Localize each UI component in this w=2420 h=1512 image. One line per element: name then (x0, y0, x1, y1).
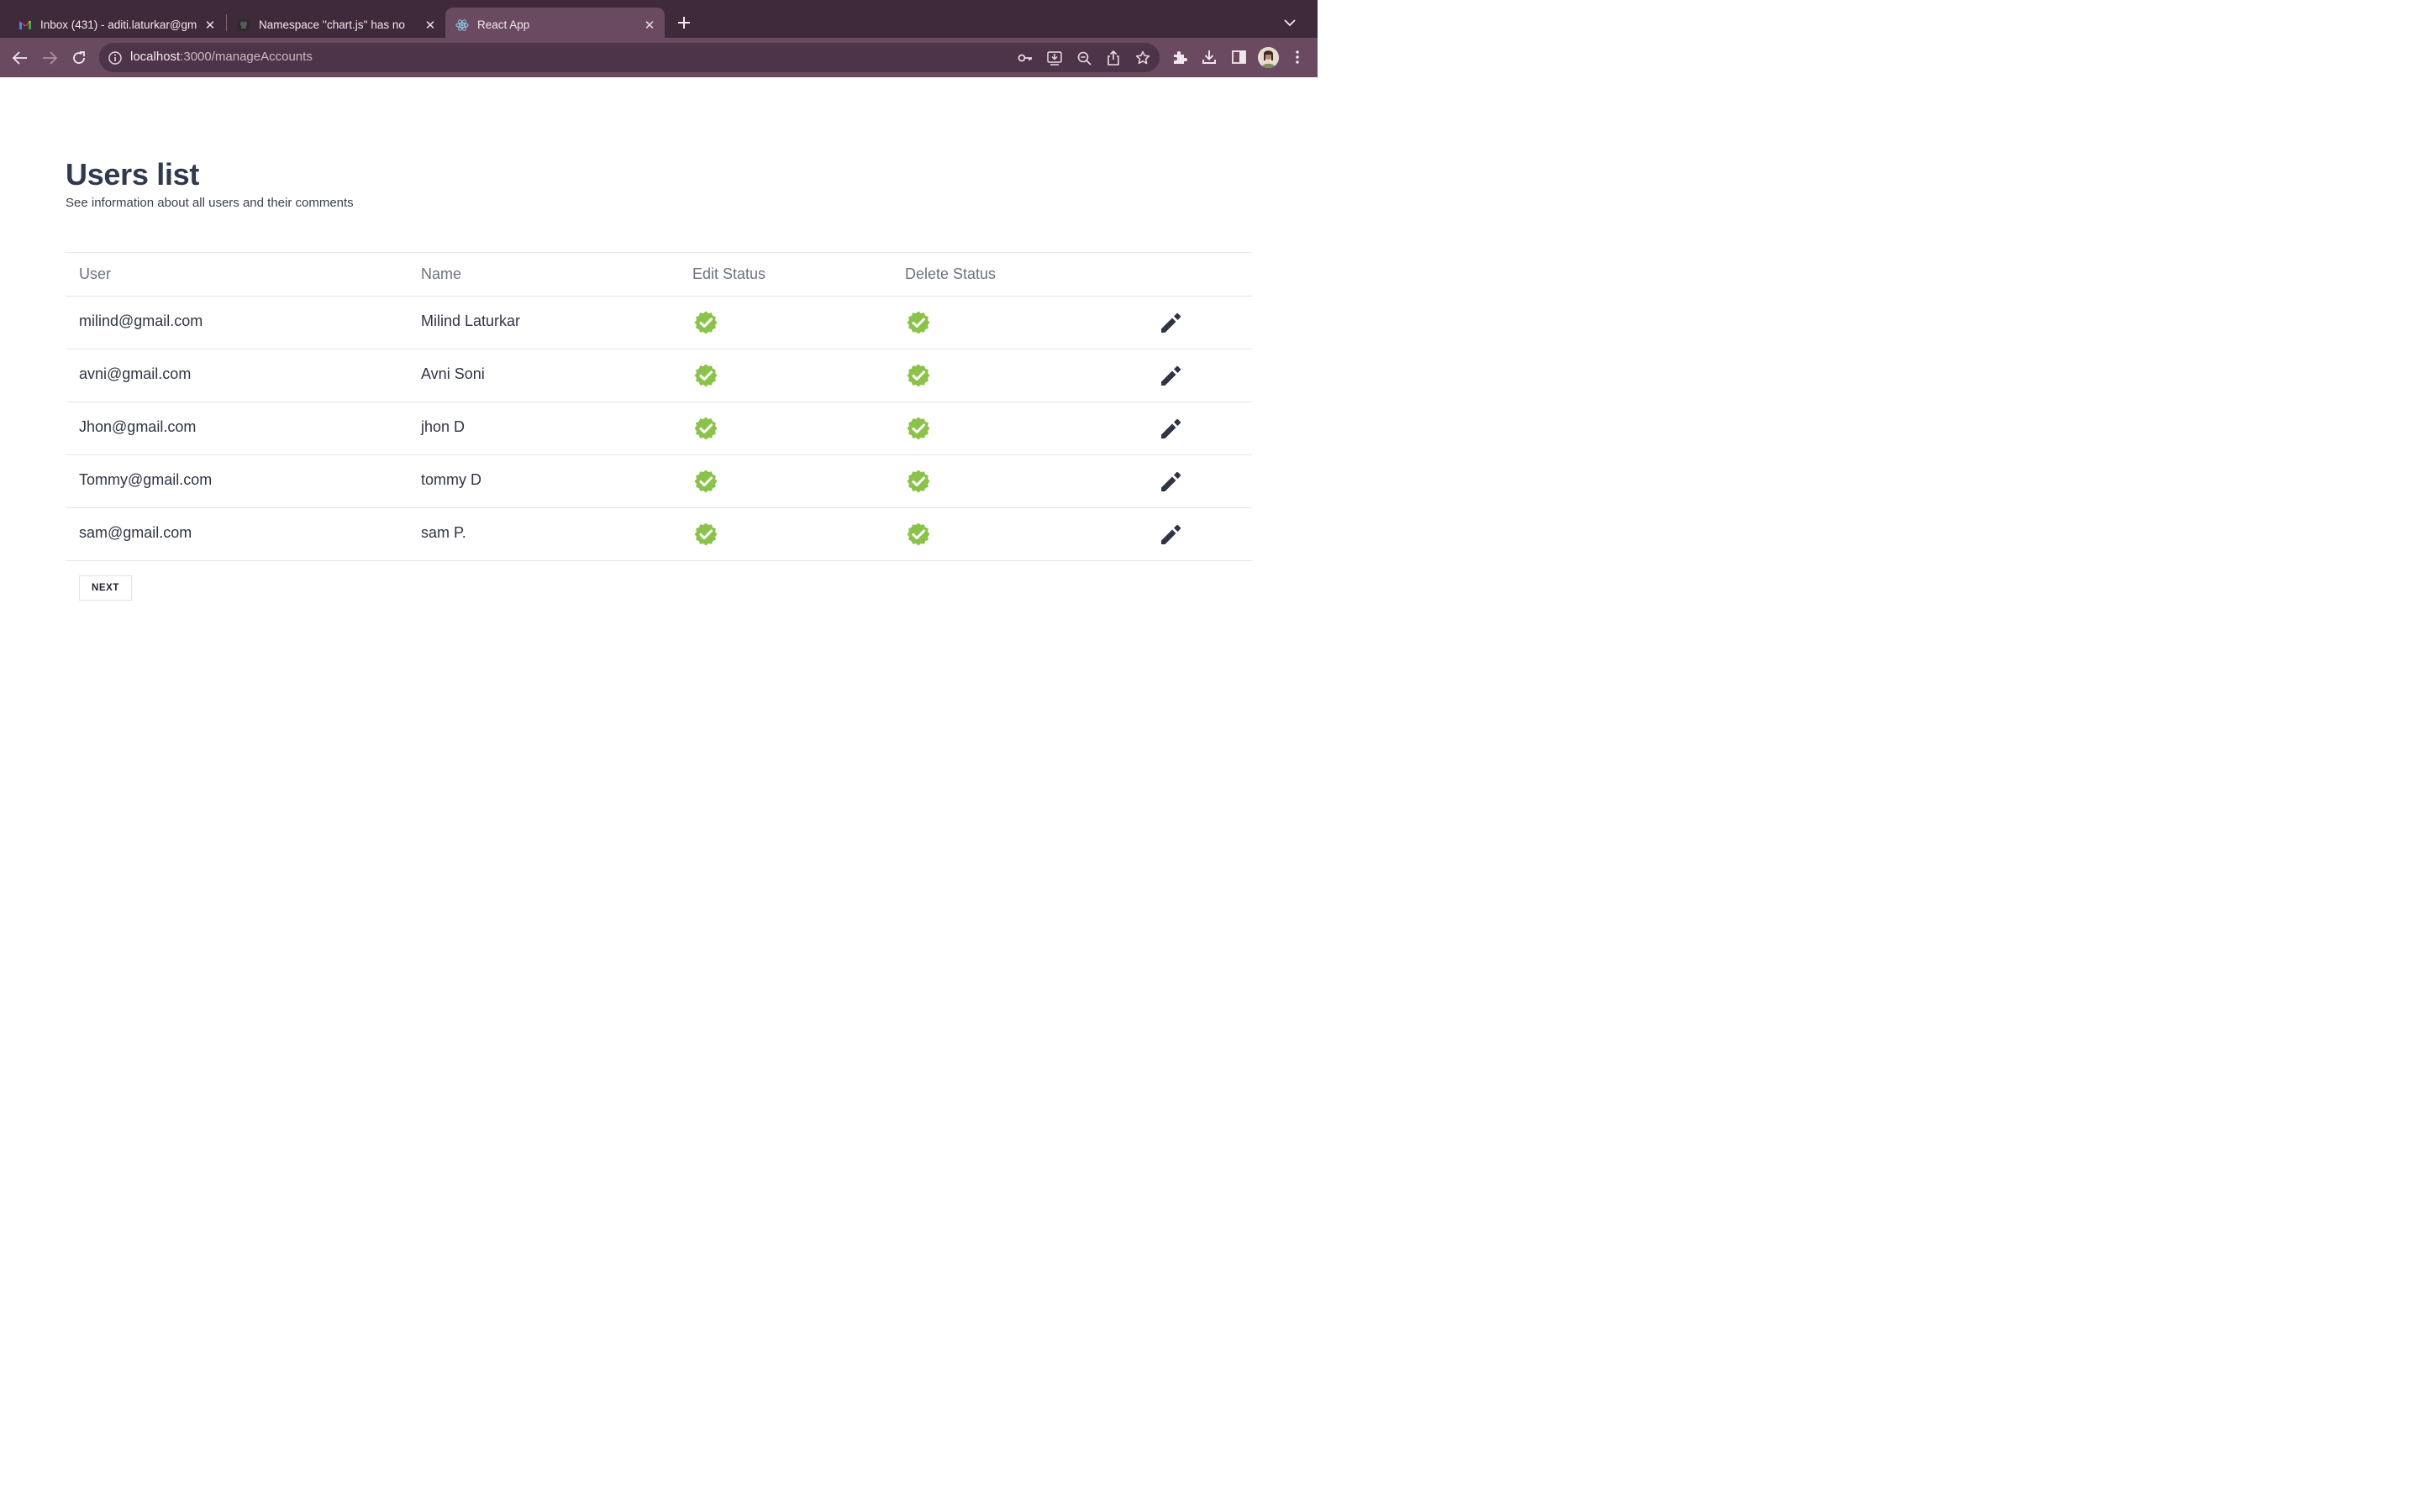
react-icon (455, 18, 469, 32)
table-row: sam@gmail.com sam P. (66, 508, 1252, 561)
table-header: User Name Edit Status Delete Status (66, 252, 1252, 297)
edit-status-verified-icon (693, 310, 718, 335)
profile-avatar[interactable] (1258, 47, 1279, 68)
edit-pencil-icon[interactable] (1158, 416, 1183, 441)
tab-title: React App (477, 18, 530, 31)
column-header-delete-status: Delete Status (905, 265, 997, 282)
edit-pencil-icon[interactable] (1158, 363, 1183, 388)
table-row: avni@gmail.com Avni Soni (66, 349, 1252, 402)
page-subtitle: See information about all users and thei… (66, 196, 354, 210)
side-panel-icon[interactable] (1229, 48, 1248, 66)
table-row: milind@gmail.com Milind Laturkar (66, 297, 1252, 349)
key-icon[interactable] (1017, 50, 1034, 66)
user-name: Avni Soni (421, 365, 485, 382)
delete-status-verified-icon (906, 469, 931, 494)
delete-status-verified-icon (906, 522, 931, 547)
site-info-icon[interactable] (108, 50, 123, 66)
column-header-edit-status: Edit Status (692, 265, 766, 282)
downloads-icon[interactable] (1200, 48, 1218, 66)
delete-status-verified-icon (906, 416, 931, 441)
url-path: :3000/manageAccounts (180, 50, 313, 64)
address-bar[interactable]: localhost:3000/manageAccounts (99, 43, 1160, 72)
browser-toolbar: localhost:3000/manageAccounts (0, 38, 1318, 77)
tab-title: Inbox (431) - aditi.laturkar@gm (40, 18, 197, 31)
close-tab-icon[interactable]: ✕ (202, 17, 218, 34)
user-email: milind@gmail.com (79, 312, 203, 329)
reload-icon[interactable] (69, 48, 89, 68)
user-name: tommy D (421, 471, 481, 488)
url-text[interactable]: localhost:3000/manageAccounts (130, 50, 313, 64)
user-name: sam P. (421, 524, 466, 541)
tab-gmail[interactable]: Inbox (431) - aditi.laturkar@gm ✕ (0, 8, 225, 42)
user-email: avni@gmail.com (79, 365, 192, 382)
delete-status-verified-icon (906, 310, 931, 335)
new-tab-icon[interactable] (674, 13, 694, 33)
column-header-name: Name (421, 265, 462, 282)
user-email: Jhon@gmail.com (79, 418, 197, 435)
table-row: Tommy@gmail.com tommy D (66, 455, 1252, 508)
edit-status-verified-icon (693, 522, 718, 547)
edit-pencil-icon[interactable] (1158, 310, 1183, 335)
user-email: sam@gmail.com (79, 524, 192, 541)
forward-arrow-icon[interactable] (39, 48, 60, 68)
users-table: User Name Edit Status Delete Status mili… (66, 252, 1252, 561)
tab-search-chevron-icon[interactable] (1281, 13, 1299, 32)
close-tab-icon[interactable]: ✕ (422, 17, 439, 34)
edit-pencil-icon[interactable] (1158, 522, 1183, 547)
tab-strip: Inbox (431) - aditi.laturkar@gm ✕ Namesp… (0, 0, 1318, 42)
edit-status-verified-icon (693, 416, 718, 441)
edit-pencil-icon[interactable] (1158, 469, 1183, 494)
table-row: Jhon@gmail.com jhon D (66, 402, 1252, 455)
gmail-icon (18, 18, 32, 32)
page-title: Users list (66, 157, 200, 192)
tab-github[interactable]: Namespace ''chart.js'' has no ✕ (218, 8, 445, 42)
install-app-icon[interactable] (1046, 50, 1063, 66)
user-name: Milind Laturkar (421, 312, 521, 329)
tab-react-app[interactable]: React App ✕ (445, 8, 665, 42)
share-icon[interactable] (1105, 50, 1122, 66)
github-icon (237, 18, 250, 32)
edit-status-verified-icon (693, 363, 718, 388)
browser-menu-icon[interactable] (1288, 48, 1307, 66)
close-tab-icon[interactable]: ✕ (641, 17, 658, 34)
extensions-puzzle-icon[interactable] (1171, 48, 1189, 66)
back-arrow-icon[interactable] (10, 48, 30, 68)
user-email: Tommy@gmail.com (79, 471, 213, 488)
url-host: localhost (130, 50, 181, 64)
browser-window: Inbox (431) - aditi.laturkar@gm ✕ Namesp… (0, 0, 1318, 823)
next-page-button[interactable]: NEXT (79, 575, 132, 601)
tab-title: Namespace ''chart.js'' has no (259, 18, 405, 31)
zoom-icon[interactable] (1076, 50, 1092, 66)
column-header-user: User (79, 265, 112, 282)
delete-status-verified-icon (906, 363, 931, 388)
edit-status-verified-icon (693, 469, 718, 494)
bookmark-star-icon[interactable] (1134, 50, 1151, 66)
user-name: jhon D (421, 418, 466, 435)
